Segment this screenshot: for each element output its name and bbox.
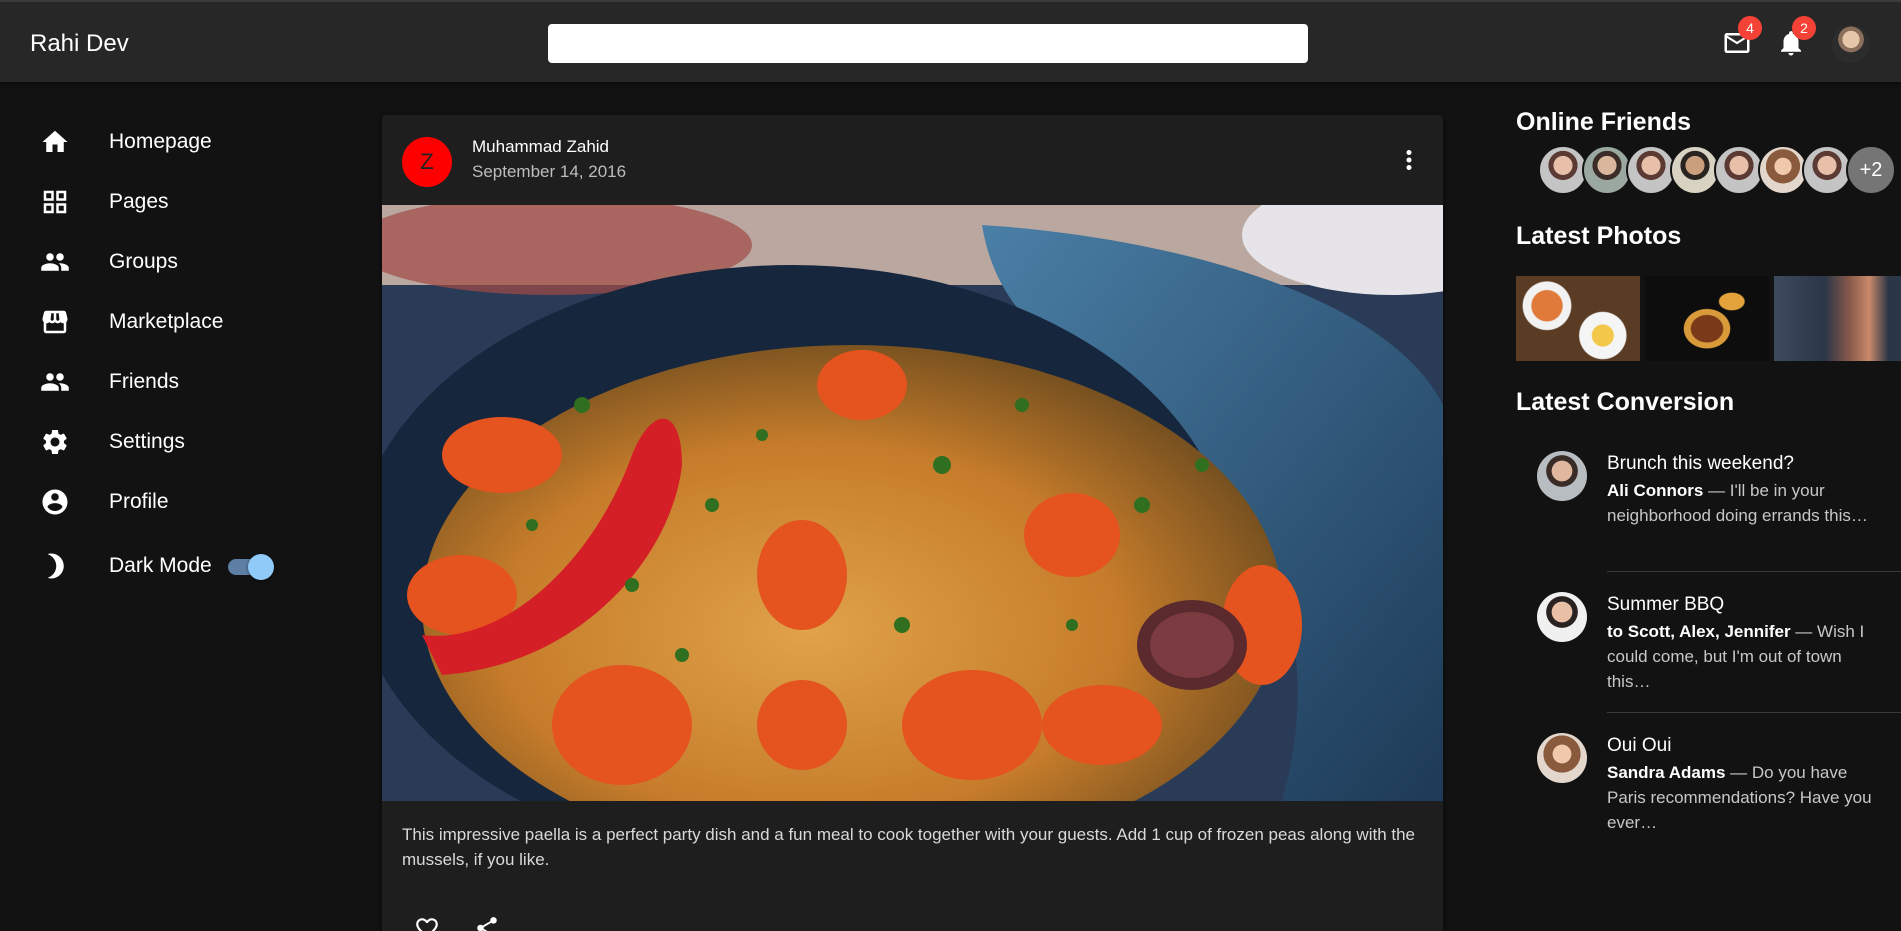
moon-icon (40, 551, 70, 581)
paella-illustration (382, 205, 1443, 801)
gear-icon (40, 427, 70, 457)
storefront-icon (40, 307, 70, 337)
friend-avatar[interactable] (1582, 145, 1632, 195)
pages-icon (40, 187, 70, 217)
conversation-preview: Sandra Adams — Do you have Paris recomme… (1607, 760, 1877, 835)
mail-button[interactable]: 4 (1722, 16, 1762, 58)
home-icon (40, 127, 70, 157)
sidebar-item-settings[interactable]: Settings (0, 414, 330, 470)
friend-avatar[interactable] (1802, 145, 1852, 195)
friend-avatar[interactable] (1626, 145, 1676, 195)
app-bar: Rahi Dev 4 2 (0, 0, 1901, 82)
more-friends-count[interactable]: +2 (1846, 145, 1896, 195)
latest-photos-title: Latest Photos (1516, 222, 1682, 250)
latest-conversion-title: Latest Conversion (1516, 388, 1735, 416)
notifications-button[interactable]: 2 (1776, 16, 1816, 58)
photo-thumbnail[interactable] (1774, 276, 1901, 361)
friend-avatar[interactable] (1670, 145, 1720, 195)
sidebar-item-pages[interactable]: Pages (0, 174, 330, 230)
conversation-preview: Ali Connors — I'll be in your neighborho… (1607, 478, 1877, 528)
conversation-from: Sandra Adams (1607, 763, 1726, 782)
post-image[interactable] (382, 205, 1443, 801)
notifications-badge: 2 (1792, 16, 1816, 40)
sidebar-item-marketplace[interactable]: Marketplace (0, 294, 330, 350)
conversation-avatar (1537, 592, 1587, 642)
sidebar-item-profile[interactable]: Profile (0, 474, 330, 530)
post-card: Z Muhammad Zahid September 14, 2016 This… (382, 115, 1443, 931)
sidebar-item-friends[interactable]: Friends (0, 354, 330, 410)
conversation-from: Ali Connors (1607, 481, 1704, 500)
online-friends-title: Online Friends (1516, 108, 1692, 136)
user-avatar[interactable] (1832, 25, 1870, 63)
sidebar-item-label: Pages (109, 190, 169, 213)
conversation-title: Summer BBQ (1607, 594, 1725, 615)
sidebar-item-homepage[interactable]: Homepage (0, 114, 330, 170)
conversation-avatar (1537, 733, 1587, 783)
friend-avatar[interactable] (1714, 145, 1764, 195)
favorite-icon[interactable] (414, 915, 440, 931)
more-vert-icon (1406, 150, 1412, 170)
share-icon[interactable] (474, 915, 500, 931)
sidebar-item-label: Settings (109, 430, 185, 453)
dark-mode-toggle[interactable] (224, 551, 274, 581)
mail-badge: 4 (1738, 16, 1762, 40)
conversation-preview: to Scott, Alex, Jennifer — Wish I could … (1607, 619, 1877, 694)
sidebar-item-groups[interactable]: Groups (0, 234, 330, 290)
toggle-thumb (248, 554, 274, 580)
account-circle-icon (40, 487, 70, 517)
photo-thumbnail[interactable] (1516, 276, 1640, 361)
dark-mode-row: Dark Mode (0, 538, 330, 594)
sidebar-item-label: Groups (109, 250, 178, 273)
photo-thumbnail[interactable] (1645, 276, 1769, 361)
conversation-title: Brunch this weekend? (1607, 453, 1794, 474)
conversation-from: to Scott, Alex, Jennifer (1607, 622, 1791, 641)
sidebar-item-label: Profile (109, 490, 169, 513)
post-text: This impressive paella is a perfect part… (402, 825, 1416, 869)
friend-avatar[interactable] (1758, 145, 1808, 195)
post-author[interactable]: Muhammad Zahid (472, 137, 609, 157)
app-title[interactable]: Rahi Dev (30, 30, 129, 58)
post-menu-button[interactable] (1394, 143, 1424, 177)
post-author-avatar[interactable]: Z (402, 137, 452, 187)
dark-mode-label: Dark Mode (109, 554, 212, 577)
sidebar-item-label: Friends (109, 370, 180, 393)
divider (1607, 571, 1901, 572)
groups-icon (40, 247, 70, 277)
divider (1607, 712, 1901, 713)
friends-icon (40, 367, 70, 397)
conversation-title: Oui Oui (1607, 735, 1672, 756)
search-input[interactable] (548, 24, 1308, 63)
conversation-avatar (1537, 451, 1587, 501)
post-date: September 14, 2016 (472, 162, 627, 181)
friend-avatar[interactable] (1538, 145, 1588, 195)
sidebar-item-label: Marketplace (109, 310, 224, 333)
sidebar-item-label: Homepage (109, 130, 212, 153)
